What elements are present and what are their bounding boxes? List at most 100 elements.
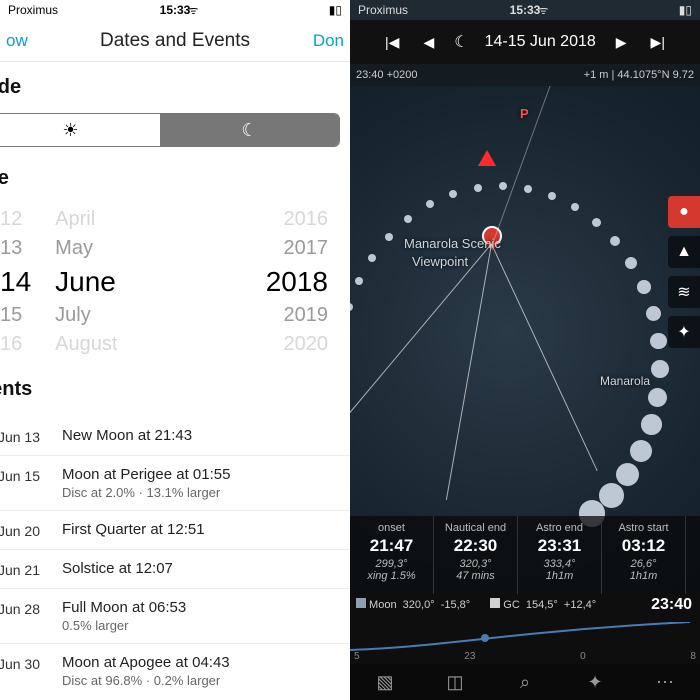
moon-icon: ☾ [241, 120, 257, 141]
info-ledge: 23:40 +0200 +1 m | 44.1075°N 9.72 [350, 64, 700, 86]
local-time: 23:40 +0200 [356, 69, 417, 81]
poi-label-2: Viewpoint [412, 254, 468, 269]
altitude-chart[interactable]: Moon 320,0° -15,8° GC 154,5° +12,4° 23:4… [350, 594, 700, 664]
mode-segmented-control[interactable]: ☀ ☾ [0, 113, 340, 147]
moon-position-dot [385, 233, 393, 241]
event-date: Jun 21 [0, 560, 40, 578]
twilight-card[interactable]: Naut [686, 516, 700, 594]
events-list: Jun 13 New Moon at 21:43Jun 15 Moon at P… [0, 417, 350, 698]
month-wheel[interactable]: April May June July August [55, 208, 117, 356]
battery-icon: ▮▯ [679, 3, 692, 17]
twilight-card[interactable]: Nautical end22:30320,3°47 mins [434, 516, 518, 594]
moon-position-dot [625, 257, 637, 269]
event-title: First Quarter at 12:51 [62, 521, 205, 538]
battery-icon: ▮▯ [329, 3, 342, 17]
first-button[interactable]: |◀ [381, 34, 403, 51]
moon-position-dot [404, 215, 412, 223]
legend-row: Moon 320,0° -15,8° [356, 598, 470, 611]
tab-more[interactable]: ⋯ [630, 664, 700, 700]
nav-done-button[interactable]: Don [307, 31, 350, 51]
last-button[interactable]: ▶| [647, 34, 669, 51]
location-coords: +1 m | 44.1075°N 9.72 [584, 69, 694, 81]
moon-position-dot [499, 182, 507, 190]
tab-night[interactable]: ✦ [560, 664, 630, 700]
layers-button[interactable]: ≋ [668, 276, 700, 308]
clock: 15:33 [160, 3, 191, 17]
tab-search[interactable]: ⌕ [490, 664, 560, 700]
moon-position-dot [350, 303, 353, 311]
moon-mode-tab[interactable]: ☾ [160, 114, 339, 146]
event-subtitle: Disc at 2.0% · 13.1% larger [62, 485, 230, 500]
event-subtitle: 0.5% larger [62, 618, 186, 633]
event-subtitle: Disc at 96.8% · 0.2% larger [62, 673, 230, 688]
record-button[interactable]: ● [668, 196, 700, 228]
tab-ar[interactable]: ◫ [420, 664, 490, 700]
moon-position-dot [449, 190, 457, 198]
chart-ticks: 52308 [354, 651, 696, 662]
twilight-card[interactable]: onset21:47299,3°xing 1.5% [350, 516, 434, 594]
satellite-button[interactable]: ✦ [668, 316, 700, 348]
event-title: Full Moon at 06:53 [62, 599, 186, 616]
list-item[interactable]: Jun 15 Moon at Perigee at 01:55 Disc at 2… [0, 455, 350, 510]
events-heading: vents [0, 364, 350, 411]
day-wheel[interactable]: 12 13 14 15 16 [0, 208, 31, 356]
clock: 15:33 [510, 3, 541, 17]
list-item[interactable]: Jun 21 Solstice at 12:07 [0, 549, 350, 588]
carrier: Proximus [358, 3, 408, 17]
altitude-curve-icon [350, 622, 690, 652]
status-bar-left: Proximus ᯤ 15:33 ▮▯ [0, 0, 350, 20]
moon-position-dot [646, 306, 661, 321]
map-side-toolbar: ● ▲ ≋ ✦ [668, 196, 700, 348]
event-date: Jun 15 [0, 466, 40, 484]
moon-position-dot [592, 218, 601, 227]
date-picker[interactable]: 12 13 14 15 16 April May June July Augus… [0, 200, 350, 364]
terrain-button[interactable]: ▲ [668, 236, 700, 268]
sky-map-screen: Proximus ᯤ 15:33 ▮▯ |◀ ◀ ☾ 14-15 Jun 201… [350, 0, 700, 700]
event-date: Jun 20 [0, 521, 40, 539]
sun-icon: ☀ [62, 120, 78, 141]
moon-position-dot [648, 388, 667, 407]
selected-date-range[interactable]: 14-15 Jun 2018 [485, 33, 596, 51]
twilight-card[interactable]: Astro end23:31333,4°1h1m [518, 516, 602, 594]
prev-button[interactable]: ◀ [419, 34, 438, 51]
moon-position-dot [599, 483, 624, 508]
event-title: Moon at Perigee at 01:55 [62, 466, 230, 483]
next-button[interactable]: ▶ [612, 34, 631, 51]
list-item[interactable]: Jun 28 Full Moon at 06:530.5% larger [0, 588, 350, 643]
moon-position-dot [630, 440, 652, 462]
list-item[interactable]: Jun 30 Moon at Apogee at 04:43 Disc at 96… [0, 643, 350, 698]
status-bar-right: Proximus ᯤ 15:33 ▮▯ [350, 0, 700, 20]
moon-position-dot [426, 200, 434, 208]
tab-map[interactable]: ▧ [350, 664, 420, 700]
event-date: Jun 13 [0, 427, 40, 445]
place-label: Manarola [600, 374, 650, 388]
moon-position-dot [474, 184, 482, 192]
moon-position-dot [355, 277, 363, 285]
event-title: Solstice at 12:07 [62, 560, 173, 577]
list-item[interactable]: Jun 20 First Quarter at 12:51 [0, 510, 350, 549]
moon-position-dot [616, 463, 639, 486]
event-title: Moon at Apogee at 04:43 [62, 654, 230, 671]
dates-events-screen: Proximus ᯤ 15:33 ▮▯ ow Dates and Events … [0, 0, 350, 700]
event-date: Jun 30 [0, 654, 40, 672]
event-title: New Moon at 21:43 [62, 427, 192, 444]
carrier: Proximus [8, 3, 58, 17]
nav-back-button[interactable]: ow [0, 31, 34, 51]
moon-position-dot [548, 192, 556, 200]
twilight-card[interactable]: Astro start03:1226,6°1h1m [602, 516, 686, 594]
bottom-tab-bar: ▧ ◫ ⌕ ✦ ⋯ [350, 664, 700, 700]
moon-position-dot [571, 203, 579, 211]
moon-position-dot [650, 333, 666, 349]
chart-legend: Moon 320,0° -15,8° GC 154,5° +12,4° [356, 598, 694, 611]
pole-marker: P [520, 106, 529, 121]
moon-position-dot [641, 414, 662, 435]
legend-row: GC 154,5° +12,4° [490, 598, 596, 611]
twilight-cards[interactable]: onset21:47299,3°xing 1.5%Nautical end22:… [350, 516, 700, 594]
sun-mode-tab[interactable]: ☀ [0, 114, 160, 146]
list-item[interactable]: Jun 13 New Moon at 21:43 [0, 417, 350, 455]
year-wheel[interactable]: 2016 2017 2018 2019 2020 [266, 208, 328, 356]
date-nav-bar: |◀ ◀ ☾ 14-15 Jun 2018 ▶ ▶| [350, 20, 700, 64]
moon-position-dot [368, 254, 376, 262]
moon-phase-icon: ☾ [454, 32, 468, 52]
page-title: Dates and Events [100, 30, 250, 52]
